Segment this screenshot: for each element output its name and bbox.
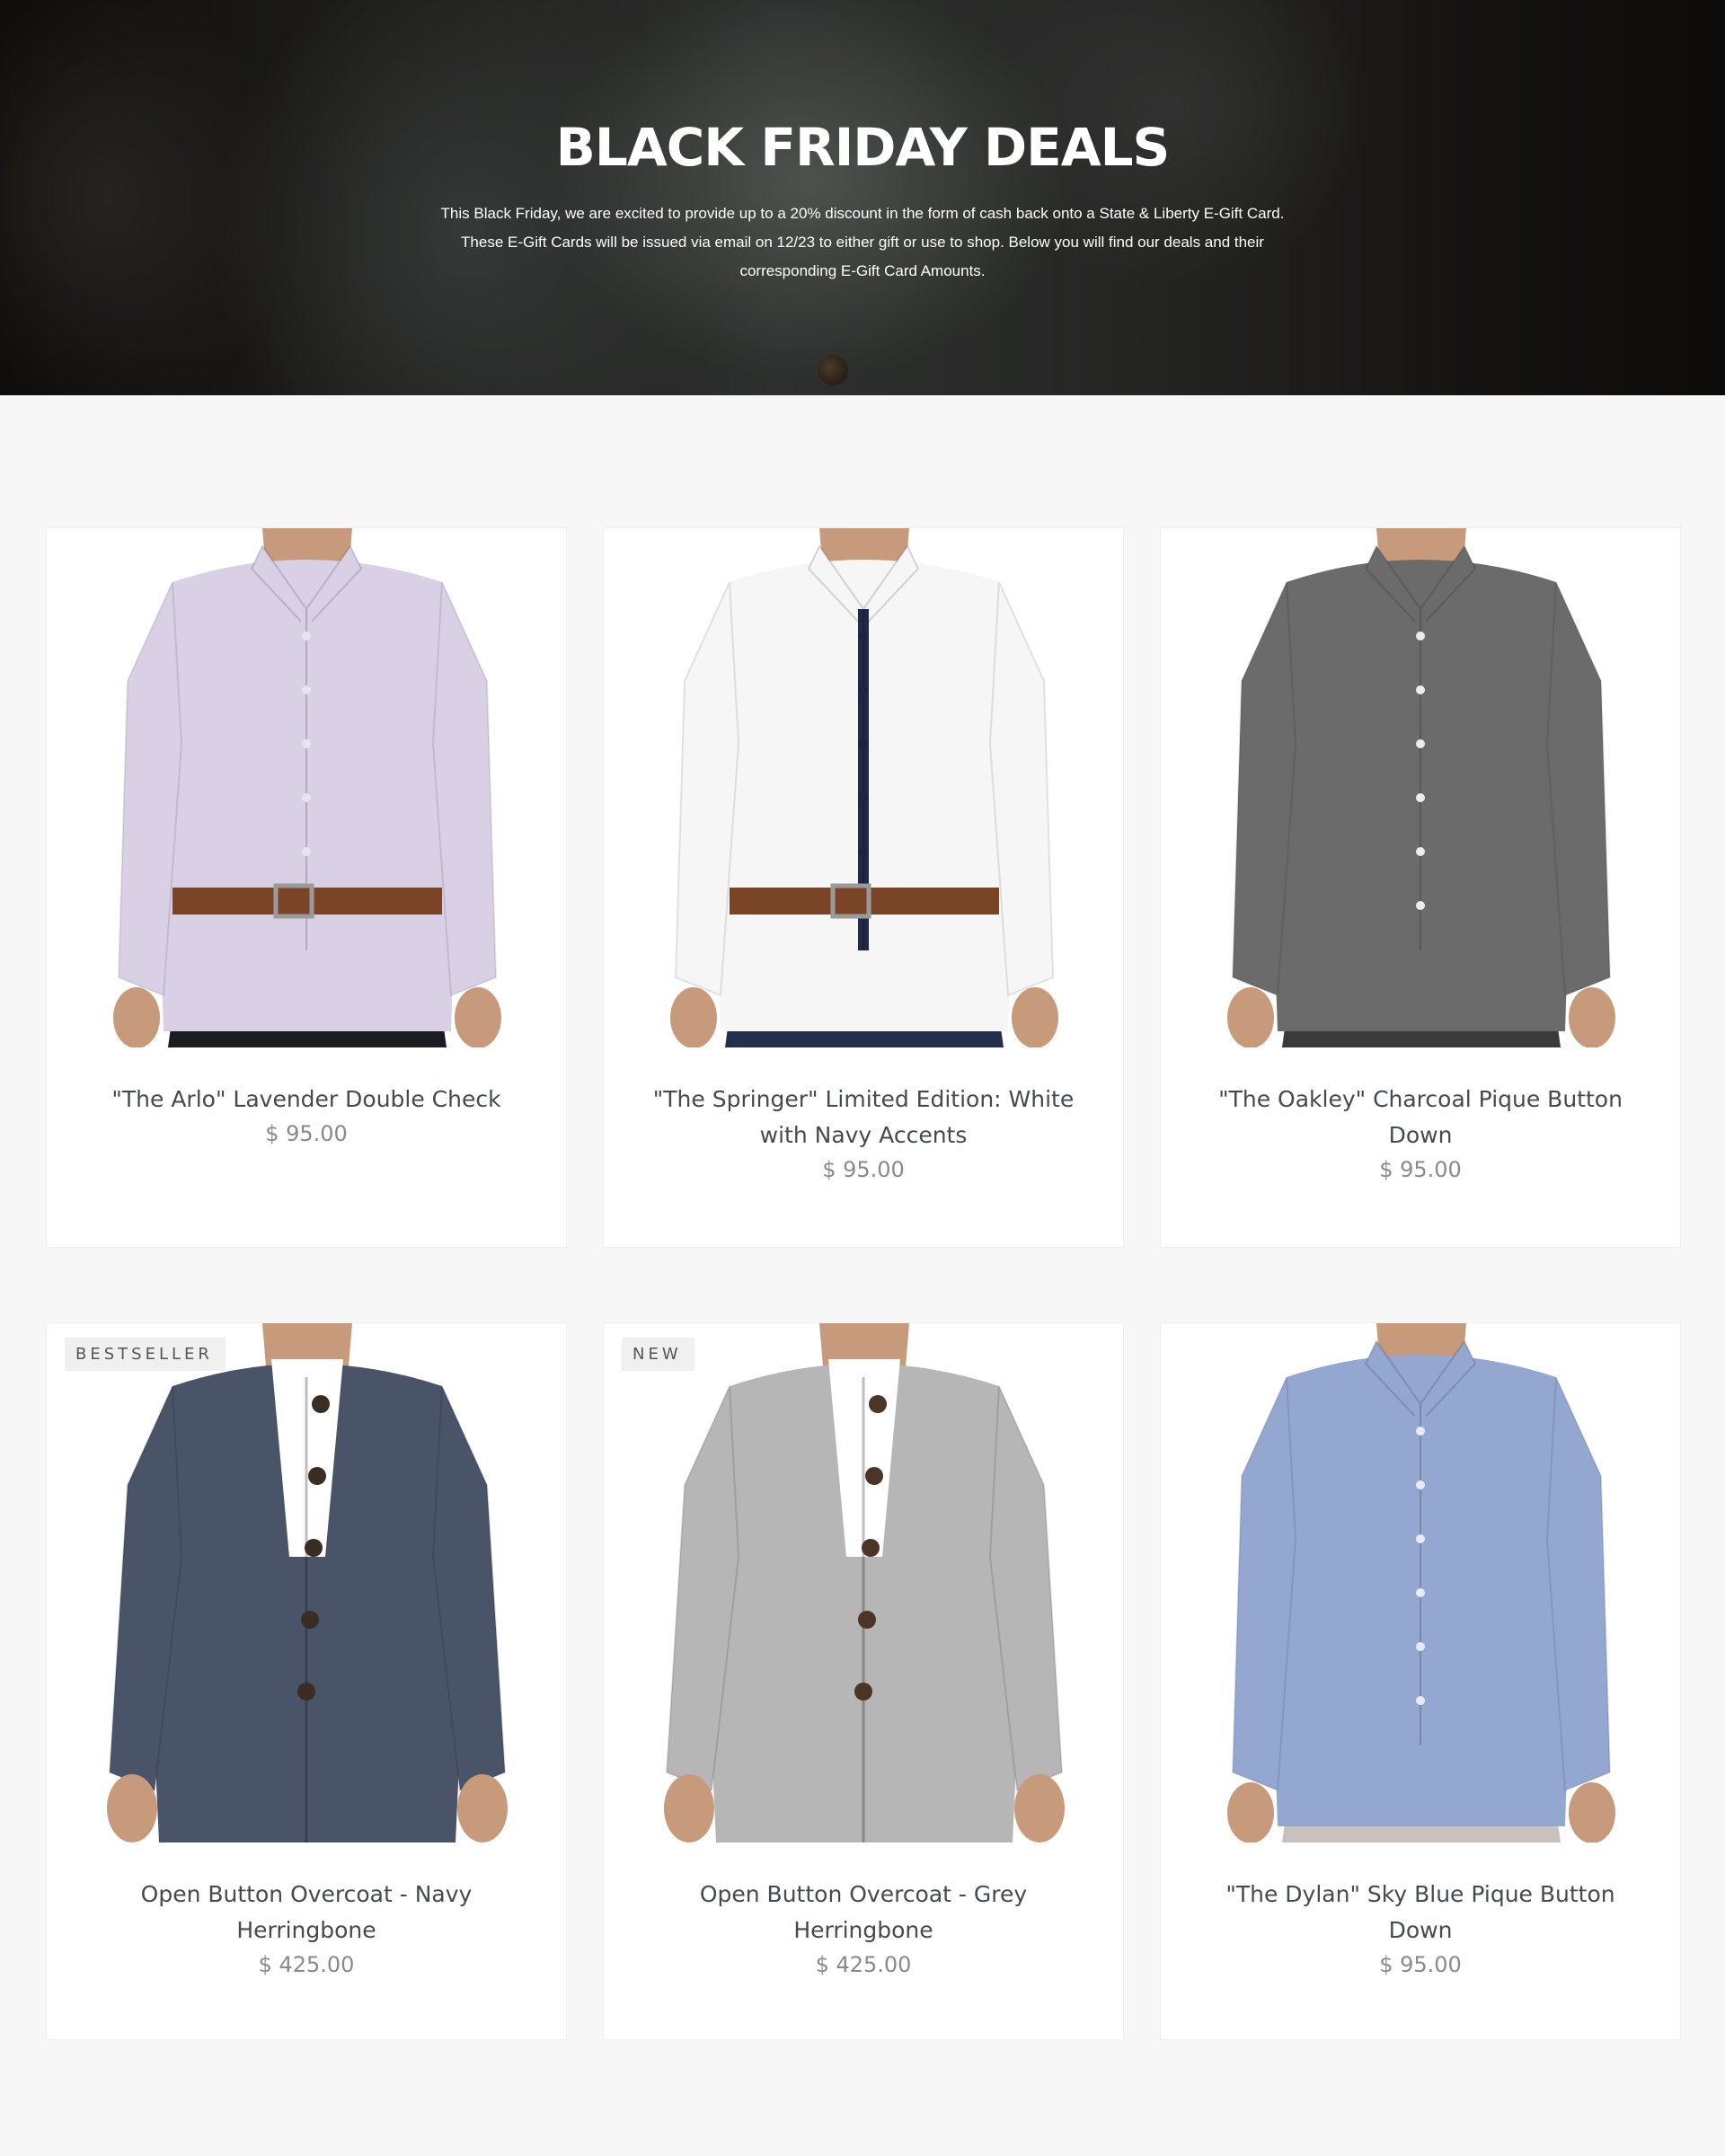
product-image[interactable] (604, 528, 1123, 1047)
hero-description-line: These E-Gift Cards will be issued via em… (461, 234, 1264, 251)
shirt-illustration (670, 528, 1058, 1047)
page-title: BLACK FRIDAY DEALS (555, 117, 1171, 178)
product-card[interactable]: BESTSELLER Open Button Overcoat - Navy H… (47, 1323, 566, 2039)
bestseller-badge: BESTSELLER (65, 1338, 226, 1371)
shirt-illustration (1227, 528, 1615, 1047)
product-card[interactable]: "The Oakley" Charcoal Pique Button Down … (1161, 528, 1680, 1247)
hero-description-line: This Black Friday, we are excited to pro… (440, 205, 1285, 222)
product-price: $ 95.00 (822, 1157, 905, 1182)
product-card[interactable]: NEW Open Button Overcoat - Grey Herringb… (604, 1323, 1123, 2039)
product-card[interactable]: "The Arlo" Lavender Double Check $ 95.00 (47, 528, 566, 1247)
product-price: $ 95.00 (1379, 1157, 1462, 1182)
product-price: $ 95.00 (1379, 1952, 1462, 1977)
product-title[interactable]: Open Button Overcoat - Grey Herringbone (640, 1877, 1087, 1948)
product-image[interactable] (1161, 528, 1680, 1047)
product-title[interactable]: "The Dylan" Sky Blue Pique Button Down (1197, 1877, 1644, 1948)
hero-coat-button-decoration (818, 355, 848, 385)
overcoat-illustration (107, 1323, 508, 1842)
product-image[interactable]: BESTSELLER (47, 1323, 566, 1842)
product-price: $ 95.00 (265, 1121, 348, 1146)
hero-description: This Black Friday, we are excited to pro… (359, 199, 1366, 286)
product-card[interactable]: "The Springer" Limited Edition: White wi… (604, 528, 1123, 1247)
product-image[interactable] (1161, 1323, 1680, 1842)
hero-description-line: corresponding E-Gift Card Amounts. (739, 262, 986, 279)
product-price: $ 425.00 (258, 1952, 355, 1977)
product-image[interactable] (47, 528, 566, 1047)
product-title[interactable]: Open Button Overcoat - Navy Herringbone (83, 1877, 530, 1948)
hero-banner: BLACK FRIDAY DEALS This Black Friday, we… (0, 0, 1725, 395)
new-badge: NEW (622, 1338, 694, 1371)
shirt-illustration (113, 528, 501, 1047)
product-card[interactable]: "The Dylan" Sky Blue Pique Button Down $… (1161, 1323, 1680, 2039)
shirt-illustration (1227, 1323, 1615, 1842)
product-title[interactable]: "The Springer" Limited Edition: White wi… (640, 1082, 1087, 1153)
product-title[interactable]: "The Arlo" Lavender Double Check (83, 1082, 530, 1118)
product-price: $ 425.00 (815, 1952, 912, 1977)
overcoat-illustration (664, 1323, 1065, 1842)
product-title[interactable]: "The Oakley" Charcoal Pique Button Down (1197, 1082, 1644, 1153)
product-image[interactable]: NEW (604, 1323, 1123, 1842)
